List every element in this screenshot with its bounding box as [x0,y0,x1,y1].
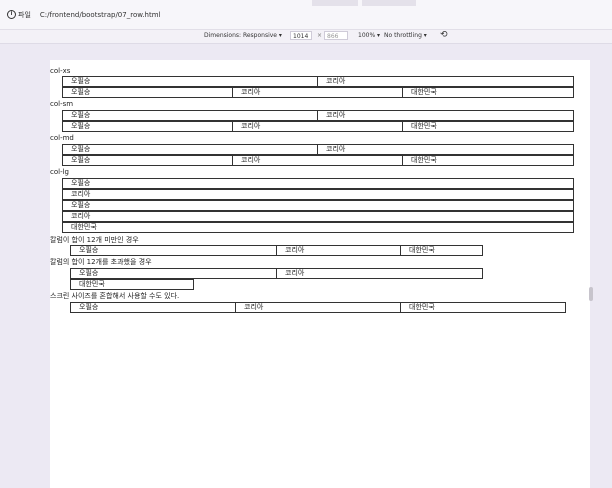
col-cell: 오필승 [62,155,233,166]
col-cell: 대한민국 [62,222,574,233]
col-cell: 코리아 [232,155,403,166]
col-cell: 코리아 [62,211,574,222]
row: 대한민국 [62,222,574,233]
col-cell: 오필승 [70,268,277,279]
zoom-select[interactable]: 100% ▾ [358,32,380,39]
throttling-select[interactable]: No throttling ▾ [384,32,427,39]
col-cell: 오필승 [62,76,318,87]
row: 오필승 [62,178,574,189]
col-cell: 오필승 [62,87,233,98]
section-label-lg: col-lg [50,168,69,176]
col-cell: 코리아 [276,268,483,279]
col-cell: 대한민국 [402,155,574,166]
col-cell: 오필승 [70,302,236,313]
col-cell: 코리아 [276,245,401,256]
section-label-xs: col-xs [50,67,71,75]
row: 오필승 [62,200,574,211]
row: 오필승 코리아 대한민국 [62,87,574,98]
col-cell: 오필승 [70,245,277,256]
col-cell: 오필승 [62,121,233,132]
row: 코리아 [62,211,574,222]
col-cell: 코리아 [232,87,403,98]
section-label-under12: 칼럼이 합이 12개 미만인 경우 [50,236,139,244]
section-label-mixed: 스크린 사이즈를 혼합해서 사용할 수도 있다. [50,292,180,300]
col-cell: 코리아 [235,302,401,313]
col-cell: 대한민국 [70,279,194,290]
col-cell: 대한민국 [400,245,483,256]
site-info-button[interactable]: i 파일 [4,8,34,22]
col-cell: 대한민국 [402,121,574,132]
row: 오필승 코리아 대한민국 [62,155,574,166]
address-bar[interactable]: i 파일 C:/frontend/bootstrap/07_row.html [0,0,612,30]
section-label-over12: 칼럼의 합이 12개를 초과했을 경우 [50,258,152,266]
col-cell: 대한민국 [402,87,574,98]
dimension-separator: × [317,32,323,39]
row: 오필승 코리아 대한민국 [62,121,574,132]
url-text[interactable]: C:/frontend/bootstrap/07_row.html [40,11,161,19]
row: 오필승 코리아 대한민국 [70,302,566,313]
dimensions-select[interactable]: Dimensions: Responsive ▾ [204,32,282,39]
row: 오필승 코리아 [62,144,574,155]
tab-ghost [362,0,416,6]
row: 대한민국 [70,279,194,290]
col-cell: 오필승 [62,200,574,211]
device-toolbar: Dimensions: Responsive ▾ 1014 × 866 100%… [0,30,612,44]
col-cell: 오필승 [62,110,318,121]
col-cell: 코리아 [62,189,574,200]
scrollbar-thumb[interactable] [589,287,593,301]
row: 오필승 코리아 [62,110,574,121]
row: 오필승 코리아 [70,268,483,279]
col-cell: 오필승 [62,144,318,155]
row: 코리아 [62,189,574,200]
info-icon: i [7,10,16,19]
col-cell: 대한민국 [400,302,566,313]
height-input[interactable]: 866 [324,31,348,40]
row: 오필승 코리아 대한민국 [70,245,483,256]
row: 오필승 코리아 [62,76,574,87]
width-input[interactable]: 1014 [290,31,312,40]
tab-ghost [312,0,358,6]
section-label-sm: col-sm [50,100,74,108]
site-info-label: 파일 [18,10,31,19]
col-cell: 코리아 [232,121,403,132]
rotate-icon[interactable]: ⟲ [440,31,448,40]
col-cell: 코리아 [317,144,574,155]
col-cell: 오필승 [62,178,574,189]
col-cell: 코리아 [317,110,574,121]
col-cell: 코리아 [317,76,574,87]
section-label-md: col-md [50,134,74,142]
